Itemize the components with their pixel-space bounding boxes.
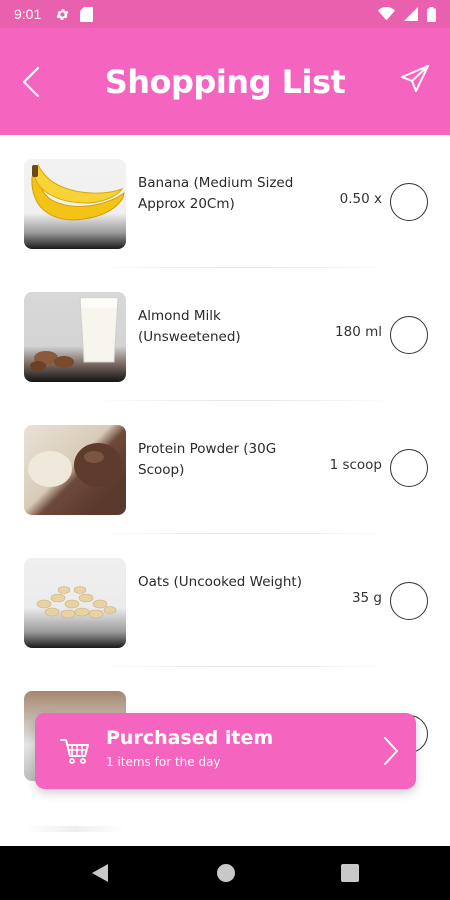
purchased-item-banner[interactable]: Purchased item 1 items for the day bbox=[35, 713, 416, 789]
send-icon[interactable] bbox=[400, 64, 430, 94]
status-time: 9:01 bbox=[14, 6, 42, 22]
item-name: Oats (Uncooked Weight) bbox=[138, 574, 302, 590]
recents-square-icon[interactable] bbox=[340, 862, 360, 884]
item-name: Banana (Medium Sized Approx 20Cm) bbox=[138, 175, 294, 212]
status-bar: 9:01 bbox=[0, 0, 450, 28]
system-navigation-bar bbox=[0, 846, 450, 900]
faded-divider bbox=[25, 826, 125, 832]
list-item: Oats (Uncooked Weight) 35 g bbox=[0, 534, 450, 667]
item-quantity: 180 ml bbox=[335, 324, 382, 340]
home-circle-icon[interactable] bbox=[215, 862, 237, 884]
chevron-right-icon bbox=[384, 737, 398, 765]
signal-icon bbox=[404, 7, 418, 21]
app-header: Shopping List bbox=[0, 28, 450, 135]
cart-icon bbox=[60, 739, 89, 764]
protein-powder-image bbox=[24, 425, 126, 515]
item-quantity: 1 scoop bbox=[329, 457, 382, 473]
item-checkbox[interactable] bbox=[390, 183, 428, 221]
banner-title: Purchased item bbox=[106, 727, 274, 749]
item-name: Protein Powder (30G Scoop) bbox=[138, 441, 277, 478]
item-checkbox[interactable] bbox=[390, 449, 428, 487]
list-item: Protein Powder (30G Scoop) 1 scoop bbox=[0, 401, 450, 534]
oats-image bbox=[24, 558, 126, 648]
wifi-icon bbox=[378, 7, 395, 21]
item-checkbox[interactable] bbox=[390, 582, 428, 620]
almond-milk-image bbox=[24, 292, 126, 382]
banner-subtitle: 1 items for the day bbox=[106, 755, 221, 769]
gear-icon bbox=[56, 8, 69, 20]
item-quantity: 0.50 x bbox=[339, 191, 382, 207]
list-item: Almond Milk (Unsweetened) 180 ml bbox=[0, 268, 450, 401]
shopping-list: Banana (Medium Sized Approx 20Cm) 0.50 x… bbox=[0, 135, 450, 800]
page-title: Shopping List bbox=[104, 62, 346, 101]
back-arrow-icon[interactable] bbox=[20, 66, 44, 98]
item-checkbox[interactable] bbox=[390, 316, 428, 354]
item-name: Almond Milk (Unsweetened) bbox=[138, 308, 241, 345]
item-quantity: 35 g bbox=[351, 590, 382, 606]
battery-icon bbox=[427, 6, 436, 22]
banana-image bbox=[24, 159, 126, 249]
sd-card-icon bbox=[80, 6, 94, 22]
list-item: Banana (Medium Sized Approx 20Cm) 0.50 x bbox=[0, 135, 450, 268]
back-triangle-icon[interactable] bbox=[90, 862, 110, 884]
